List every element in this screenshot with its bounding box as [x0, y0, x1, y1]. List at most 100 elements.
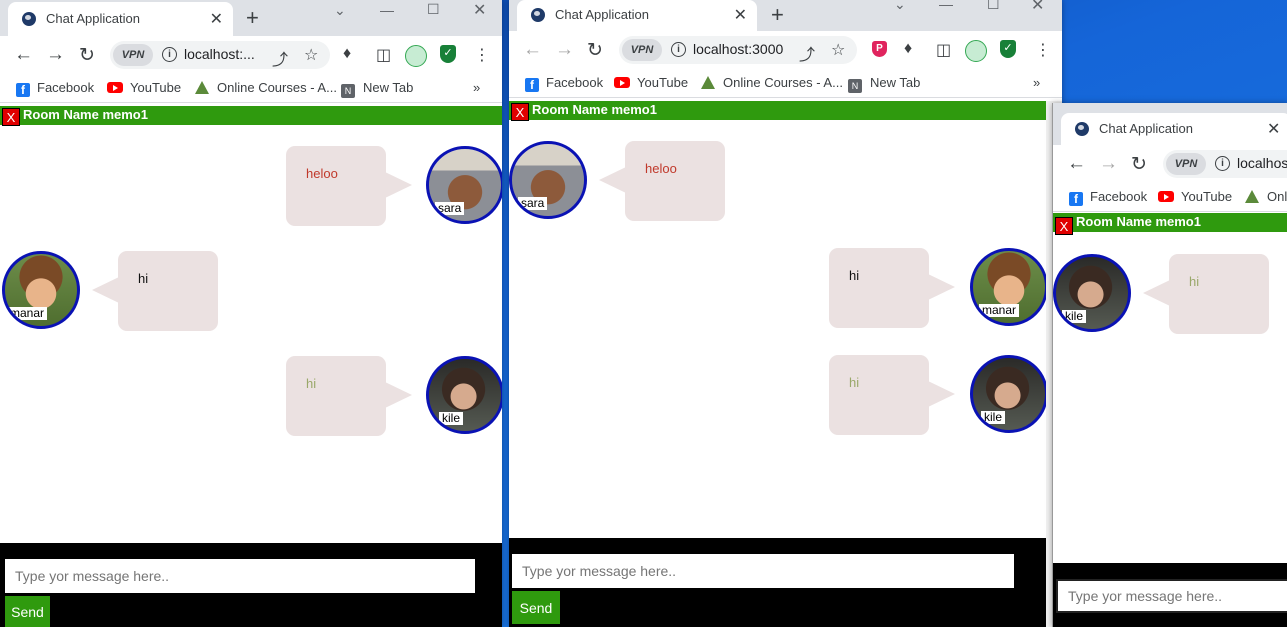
message-input[interactable]: [1056, 579, 1287, 613]
back-icon[interactable]: ←: [523, 39, 542, 61]
bookmark-youtube[interactable]: YouTube: [107, 80, 181, 95]
url-text[interactable]: localhost:...: [184, 46, 255, 62]
new-tab-button[interactable]: +: [246, 5, 259, 31]
menu-icon[interactable]: ⋮: [474, 45, 490, 65]
avatar: sara: [509, 141, 587, 219]
youtube-icon: [107, 82, 123, 93]
close-room-button[interactable]: X: [511, 103, 529, 121]
avatar-username: manar: [7, 307, 48, 320]
maximize-button[interactable]: ☐: [987, 0, 1000, 13]
youtube-icon: [1158, 191, 1174, 202]
tab-title: Chat Application: [555, 7, 649, 22]
avatar-username: manar: [979, 304, 1020, 317]
bookmarks-bar: f Facebook YouTube Online Courses - A... …: [0, 74, 502, 103]
star-icon[interactable]: ☆: [831, 40, 845, 60]
close-tab-icon[interactable]: ✕: [210, 9, 223, 29]
info-icon[interactable]: i: [671, 42, 686, 57]
profile-avatar-icon[interactable]: [965, 40, 987, 62]
facebook-icon: f: [1069, 192, 1083, 206]
url-text[interactable]: localhost:3000: [693, 41, 783, 57]
maximize-button[interactable]: ☐: [427, 1, 440, 18]
vpn-icon[interactable]: VPN: [622, 39, 662, 61]
avatar: manar: [970, 248, 1048, 326]
side-panel-icon[interactable]: ◫: [376, 45, 391, 65]
extensions-icon[interactable]: ♦: [343, 45, 351, 63]
message-bubble: hi: [1143, 254, 1269, 334]
url-text[interactable]: localhos: [1237, 155, 1287, 171]
close-window-button[interactable]: ✕: [1031, 0, 1044, 15]
forward-icon[interactable]: →: [46, 44, 65, 66]
room-header: X Room Name memo1: [509, 101, 1046, 121]
bookmark-youtube[interactable]: YouTube: [614, 75, 688, 90]
avatar: kile: [1053, 254, 1131, 332]
bookmark-facebook[interactable]: f Facebook: [1069, 189, 1147, 206]
address-bar[interactable]: VPN i localhost:... ⤴ ☆: [110, 41, 330, 69]
share-icon[interactable]: ⤴: [799, 41, 815, 65]
bookmarks-bar: f Facebook YouTube Onl: [1053, 183, 1287, 212]
side-panel-icon[interactable]: ◫: [936, 40, 951, 60]
close-room-button[interactable]: X: [2, 108, 20, 126]
tab-chat-application[interactable]: Chat Application ✕: [517, 0, 757, 31]
message-bubble: hi: [286, 356, 412, 436]
star-icon[interactable]: ☆: [304, 45, 318, 65]
globe-icon: [22, 12, 36, 26]
message-text: hi: [849, 375, 860, 390]
chevron-down-icon[interactable]: ⌄: [334, 2, 346, 19]
bookmark-new-tab[interactable]: N New Tab: [848, 75, 920, 93]
new-tab-bookmark-icon: N: [848, 79, 862, 93]
extensions-icon[interactable]: ♦: [904, 40, 912, 58]
reload-icon[interactable]: ↻: [79, 44, 95, 67]
menu-icon[interactable]: ⋮: [1035, 40, 1051, 60]
info-icon[interactable]: i: [1215, 156, 1230, 171]
bookmark-new-tab[interactable]: N New Tab: [341, 80, 413, 98]
avatar-username: sara: [435, 202, 465, 215]
avatar: sara: [426, 146, 502, 224]
tab-chat-application[interactable]: Chat Application ✕: [1061, 113, 1287, 145]
close-room-button[interactable]: X: [1055, 217, 1073, 235]
bookmarks-more-button[interactable]: »: [1033, 75, 1040, 90]
shield-icon[interactable]: ✓: [440, 45, 456, 63]
bookmarks-more-button[interactable]: »: [473, 80, 480, 95]
message-input[interactable]: [512, 554, 1014, 588]
bookmarks-bar: f Facebook YouTube Online Courses - A... …: [509, 69, 1062, 98]
vpn-icon[interactable]: VPN: [1166, 153, 1206, 175]
close-window-button[interactable]: ✕: [473, 0, 486, 20]
bookmark-facebook[interactable]: f Facebook: [525, 75, 603, 92]
info-icon[interactable]: i: [162, 47, 177, 62]
bookmark-online-courses[interactable]: Online Courses - A...: [195, 80, 337, 95]
vpn-icon[interactable]: VPN: [113, 44, 153, 66]
send-button[interactable]: Send: [512, 591, 560, 624]
avatar: kile: [970, 355, 1048, 433]
message-text: hi: [306, 376, 317, 391]
tab-chat-application[interactable]: Chat Application ✕: [8, 2, 233, 36]
reload-icon[interactable]: ↻: [1131, 153, 1147, 176]
online-courses-icon: [195, 81, 209, 94]
pocket-extension-icon[interactable]: P: [872, 41, 887, 57]
minimize-button[interactable]: —: [380, 2, 394, 18]
close-tab-icon[interactable]: ✕: [1267, 119, 1280, 139]
bookmark-facebook[interactable]: f Facebook: [16, 80, 94, 97]
forward-icon[interactable]: →: [1099, 153, 1118, 175]
minimize-button[interactable]: —: [939, 0, 953, 12]
message-composer: Send: [0, 543, 502, 627]
chevron-down-icon[interactable]: ⌄: [894, 0, 906, 13]
bookmark-online-courses[interactable]: Online Courses - A...: [701, 75, 843, 90]
close-tab-icon[interactable]: ✕: [734, 5, 747, 25]
bookmark-youtube[interactable]: YouTube: [1158, 189, 1232, 204]
message-input[interactable]: [5, 559, 475, 593]
reload-icon[interactable]: ↻: [587, 39, 603, 62]
back-icon[interactable]: ←: [1067, 153, 1086, 175]
facebook-icon: f: [525, 78, 539, 92]
chat-page: X Room Name memo1 sara heloo hi manar hi…: [509, 101, 1048, 627]
new-tab-button[interactable]: +: [771, 2, 784, 28]
send-button[interactable]: Send: [5, 596, 50, 627]
share-icon[interactable]: ⤴: [272, 46, 288, 70]
shield-icon[interactable]: ✓: [1000, 40, 1016, 58]
address-bar[interactable]: VPN i localhost:3000 ⤴ ☆: [619, 36, 857, 64]
back-icon[interactable]: ←: [14, 44, 33, 66]
address-bar[interactable]: VPN i localhos: [1163, 150, 1287, 178]
profile-avatar-icon[interactable]: [405, 45, 427, 67]
browser-window-2: Chat Application ✕ + ⌄ — ☐ ✕ ← → ↻ VPN i…: [509, 0, 1062, 627]
forward-icon[interactable]: →: [555, 39, 574, 61]
bookmark-online-courses[interactable]: Onl: [1245, 189, 1287, 204]
